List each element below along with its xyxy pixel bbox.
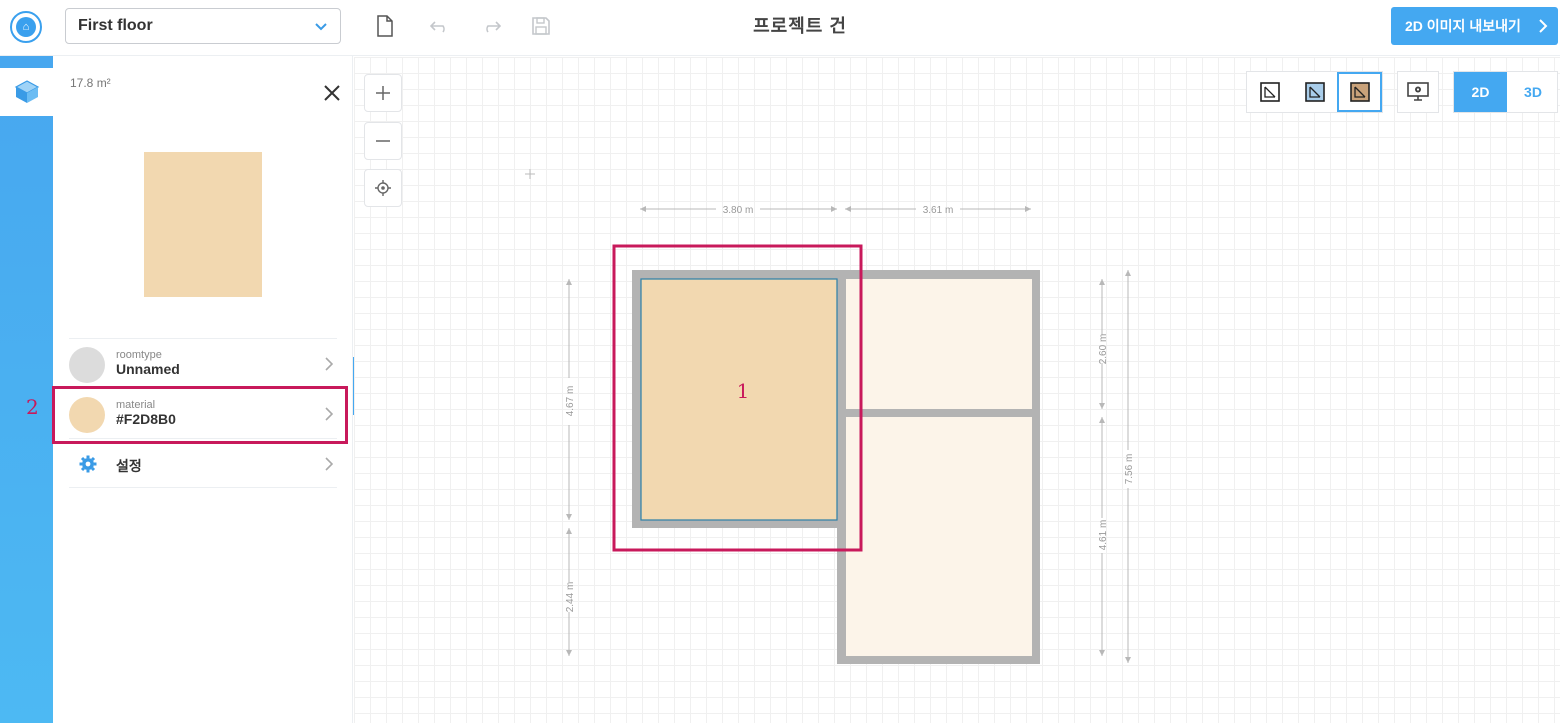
dimension-toggle: 2D 3D [1453, 71, 1558, 113]
room-3 [846, 417, 1032, 656]
material-mode-icon [1349, 82, 1370, 102]
plus-icon [376, 86, 390, 100]
dim-left-lower: 2.44 m [565, 582, 576, 613]
toggle-2d[interactable]: 2D [1454, 72, 1507, 112]
outline-mode-icon [1259, 82, 1280, 102]
zoom-in-button[interactable] [364, 74, 402, 112]
dim-right-upper: 2.60 m [1098, 334, 1109, 365]
monitor-gear-icon [1407, 82, 1429, 101]
dim-top-left: 3.80 m [723, 205, 754, 216]
plus-marker [525, 169, 535, 179]
crosshair-icon [375, 180, 391, 196]
display-mode-group [1246, 71, 1383, 113]
dim-right-lower: 4.61 m [1098, 520, 1109, 551]
toggle-3d[interactable]: 3D [1507, 72, 1559, 112]
room-1-marker: 1 [737, 379, 750, 403]
dim-top-right: 3.61 m [923, 205, 954, 216]
room-2 [846, 279, 1032, 409]
recenter-button[interactable] [364, 169, 402, 207]
mode-outline[interactable] [1247, 72, 1292, 112]
zoom-out-button[interactable] [364, 122, 402, 160]
dim-right-total: 7.56 m [1124, 454, 1135, 485]
blue-fill-mode-icon [1304, 82, 1325, 102]
screen-settings-button[interactable] [1397, 71, 1439, 113]
mode-blue-fill[interactable] [1292, 72, 1337, 112]
mode-material[interactable] [1337, 72, 1382, 112]
minus-icon [376, 140, 390, 142]
dim-left-upper: 4.67 m [565, 386, 576, 417]
